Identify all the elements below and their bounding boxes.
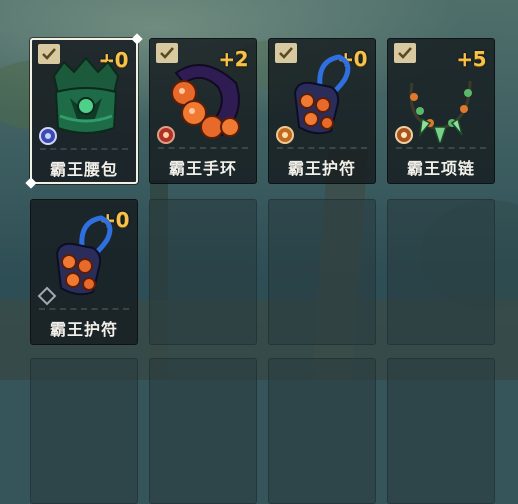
empty-item-slot[interactable] (149, 199, 257, 345)
item-slot-bracelet[interactable]: +2 霸王手环 (149, 38, 257, 184)
red-rune-gem-icon (157, 126, 175, 144)
item-slot-waist-bag[interactable]: +0 霸王腰包 (30, 38, 138, 184)
amber-rune-gem-icon (395, 126, 413, 144)
empty-gem-socket-icon (37, 286, 57, 306)
item-name: 霸王手环 (168, 159, 237, 178)
item-slot-necklace[interactable]: +5 霸王项链 (387, 38, 495, 184)
item-slot-amulet-2[interactable]: +0 霸王护符 (30, 199, 138, 345)
item-name: 霸王腰包 (49, 160, 118, 179)
item-name: 霸王项链 (406, 159, 475, 178)
empty-item-slot[interactable] (268, 199, 376, 345)
item-slot-amulet[interactable]: +0 霸王护符 (268, 38, 376, 184)
orange-rune-gem-icon (276, 126, 294, 144)
item-name: 霸王护符 (49, 320, 118, 339)
empty-item-slot[interactable] (387, 199, 495, 345)
blue-rune-gem-icon (39, 127, 57, 145)
item-name: 霸王护符 (287, 159, 356, 178)
